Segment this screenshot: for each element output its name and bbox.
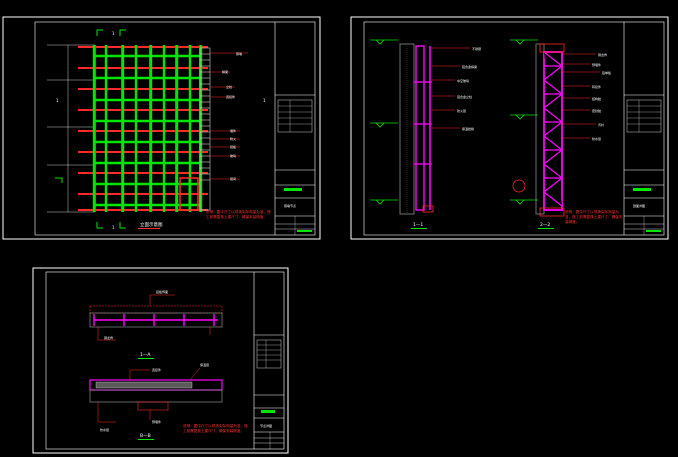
callout: 保温岩棉 [462, 126, 474, 131]
callout: 密封胶 [592, 108, 601, 113]
facade-grid-green [92, 45, 203, 212]
grid-mark: 1 [112, 31, 115, 36]
general-note: 说明：图中尺寸以现场实际测量为准，施工前需复核土建尺寸，确保安装精度。 [206, 210, 271, 219]
truss-diagonals [543, 51, 563, 207]
drawing-frame [45, 271, 285, 450]
detail-1-a[interactable]: 铝板饰面 钢龙骨 1—A [89, 289, 223, 359]
grid-mark: 1 [112, 225, 115, 230]
callout-labels: 不锈钢 铝合金横梁 中空玻璃 铝合金立柱 防火层 保温岩棉 [457, 46, 481, 131]
callout: 钢龙骨 [598, 52, 607, 57]
callout: 预埋件 [592, 62, 601, 67]
callout: 不锈钢 [472, 46, 481, 51]
callout: 埋件 [230, 128, 236, 133]
grid-mark: 1 [263, 98, 266, 103]
sheet-elevation[interactable]: 幕墙节点 1 1 1 1 幕墙 横梁 立柱 连接件 埋件 防火 铝板 玻璃 层间… [2, 16, 321, 240]
level-markers [370, 39, 538, 205]
callout: 转接件 [592, 84, 601, 89]
general-note-text: 说明：图中尺寸以现场实际测量为准，施工前需复核土建尺寸，确保安装精度。 [183, 424, 248, 433]
callout: 中空玻璃 [457, 78, 469, 83]
callout-labels: 幕墙 横梁 立柱 连接件 埋件 防火 铝板 玻璃 层间 [222, 51, 242, 181]
joist-lines [93, 314, 218, 326]
callout: 铝单板 [602, 70, 611, 75]
dimension-line-left [47, 44, 95, 213]
wall-section [535, 43, 545, 215]
titleblock-name: 幕墙节点 [284, 203, 296, 208]
section-title: 1—A [140, 352, 151, 358]
grid-mark: 1 [56, 98, 59, 103]
callout: 保温层 [200, 362, 209, 367]
callout: 防火层 [457, 108, 466, 113]
section-title: 2—2 [540, 222, 550, 228]
sheet-sections[interactable]: 剖面详图 不锈钢 铝合金横梁 中空玻璃 铝合金立柱 防火层 保温岩棉 1—1 钢… [350, 16, 669, 240]
callout: 铝合金立柱 [457, 94, 472, 99]
callout: 铝合金横梁 [462, 64, 477, 69]
callout: 连接件 [226, 94, 235, 99]
title-underline [138, 228, 160, 229]
slab [89, 389, 223, 403]
callout: 结构胶 [592, 96, 601, 101]
mullion-profile [415, 45, 425, 211]
section-title: B—B [140, 433, 151, 439]
drawing-frame [363, 21, 665, 236]
callout: 钢龙骨 [104, 335, 113, 340]
title-block: 剖面详图 [623, 22, 664, 235]
general-note-text: 说明：图中尺寸以现场实际测量为准，施工前需复核土建尺寸，确保安装精度。 [206, 210, 271, 219]
embed-plate [137, 401, 169, 411]
section-1-1[interactable]: 不锈钢 铝合金横梁 中空玻璃 铝合金立柱 防火层 保温岩棉 1—1 [399, 43, 481, 229]
callout: 立柱 [226, 84, 232, 89]
elevation-title: 立面示意图 [140, 221, 163, 228]
general-note-text: 说明：图中尺寸以现场实际测量为准，施工前需复核土建尺寸，确保安装精度。 [565, 210, 623, 224]
title-block: 节点详图 [253, 272, 284, 449]
callout: 预埋件 [152, 419, 161, 424]
section-2-2[interactable]: 钢龙骨 预埋件 铝单板 转接件 结构胶 密封胶 背衬 防水层 2—2 [512, 43, 611, 229]
sheet-border [350, 16, 669, 240]
slab-top [89, 305, 223, 314]
titleblock-name: 节点详图 [260, 423, 272, 428]
callout: 防水层 [100, 427, 109, 432]
callout: 幕墙 [236, 51, 242, 56]
axis-marks [55, 29, 126, 229]
callout: 层间 [230, 176, 236, 181]
sheet-details[interactable]: 节点详图 铝板饰面 钢龙骨 1—A 连接件 保温层 防水层 预埋件 B—B 说明… [32, 267, 289, 454]
callout: 玻璃 [230, 153, 236, 158]
callout: 铝板饰面 [156, 289, 168, 294]
cad-drawing-canvas: 幕墙节点 1 1 1 1 幕墙 横梁 立柱 连接件 埋件 防火 铝板 玻璃 层间… [2, 16, 669, 454]
callout-labels: 钢龙骨 预埋件 铝单板 转接件 结构胶 密封胶 背衬 防水层 [592, 52, 611, 141]
facade-grid[interactable] [78, 45, 208, 212]
callout: 连接件 [152, 367, 161, 372]
callout: 铝板 [230, 144, 236, 149]
callout: 防水层 [592, 136, 601, 141]
insulation [95, 381, 193, 389]
general-note: 说明：图中尺寸以现场实际测量为准，施工前需复核土建尺寸，确保安装精度。 [183, 424, 248, 433]
title-block: 幕墙节点 [274, 22, 315, 235]
callout: 防火 [230, 136, 236, 141]
callout: 背衬 [598, 122, 604, 127]
titleblock-name: 剖面详图 [633, 203, 645, 208]
general-note: 说明：图中尺寸以现场实际测量为准，施工前需复核土建尺寸，确保安装精度。 [565, 210, 623, 224]
section-title: 1—1 [413, 222, 423, 228]
callout-leaders [210, 52, 248, 180]
callout: 横梁 [222, 69, 228, 74]
detail-callout-circle [512, 179, 526, 193]
